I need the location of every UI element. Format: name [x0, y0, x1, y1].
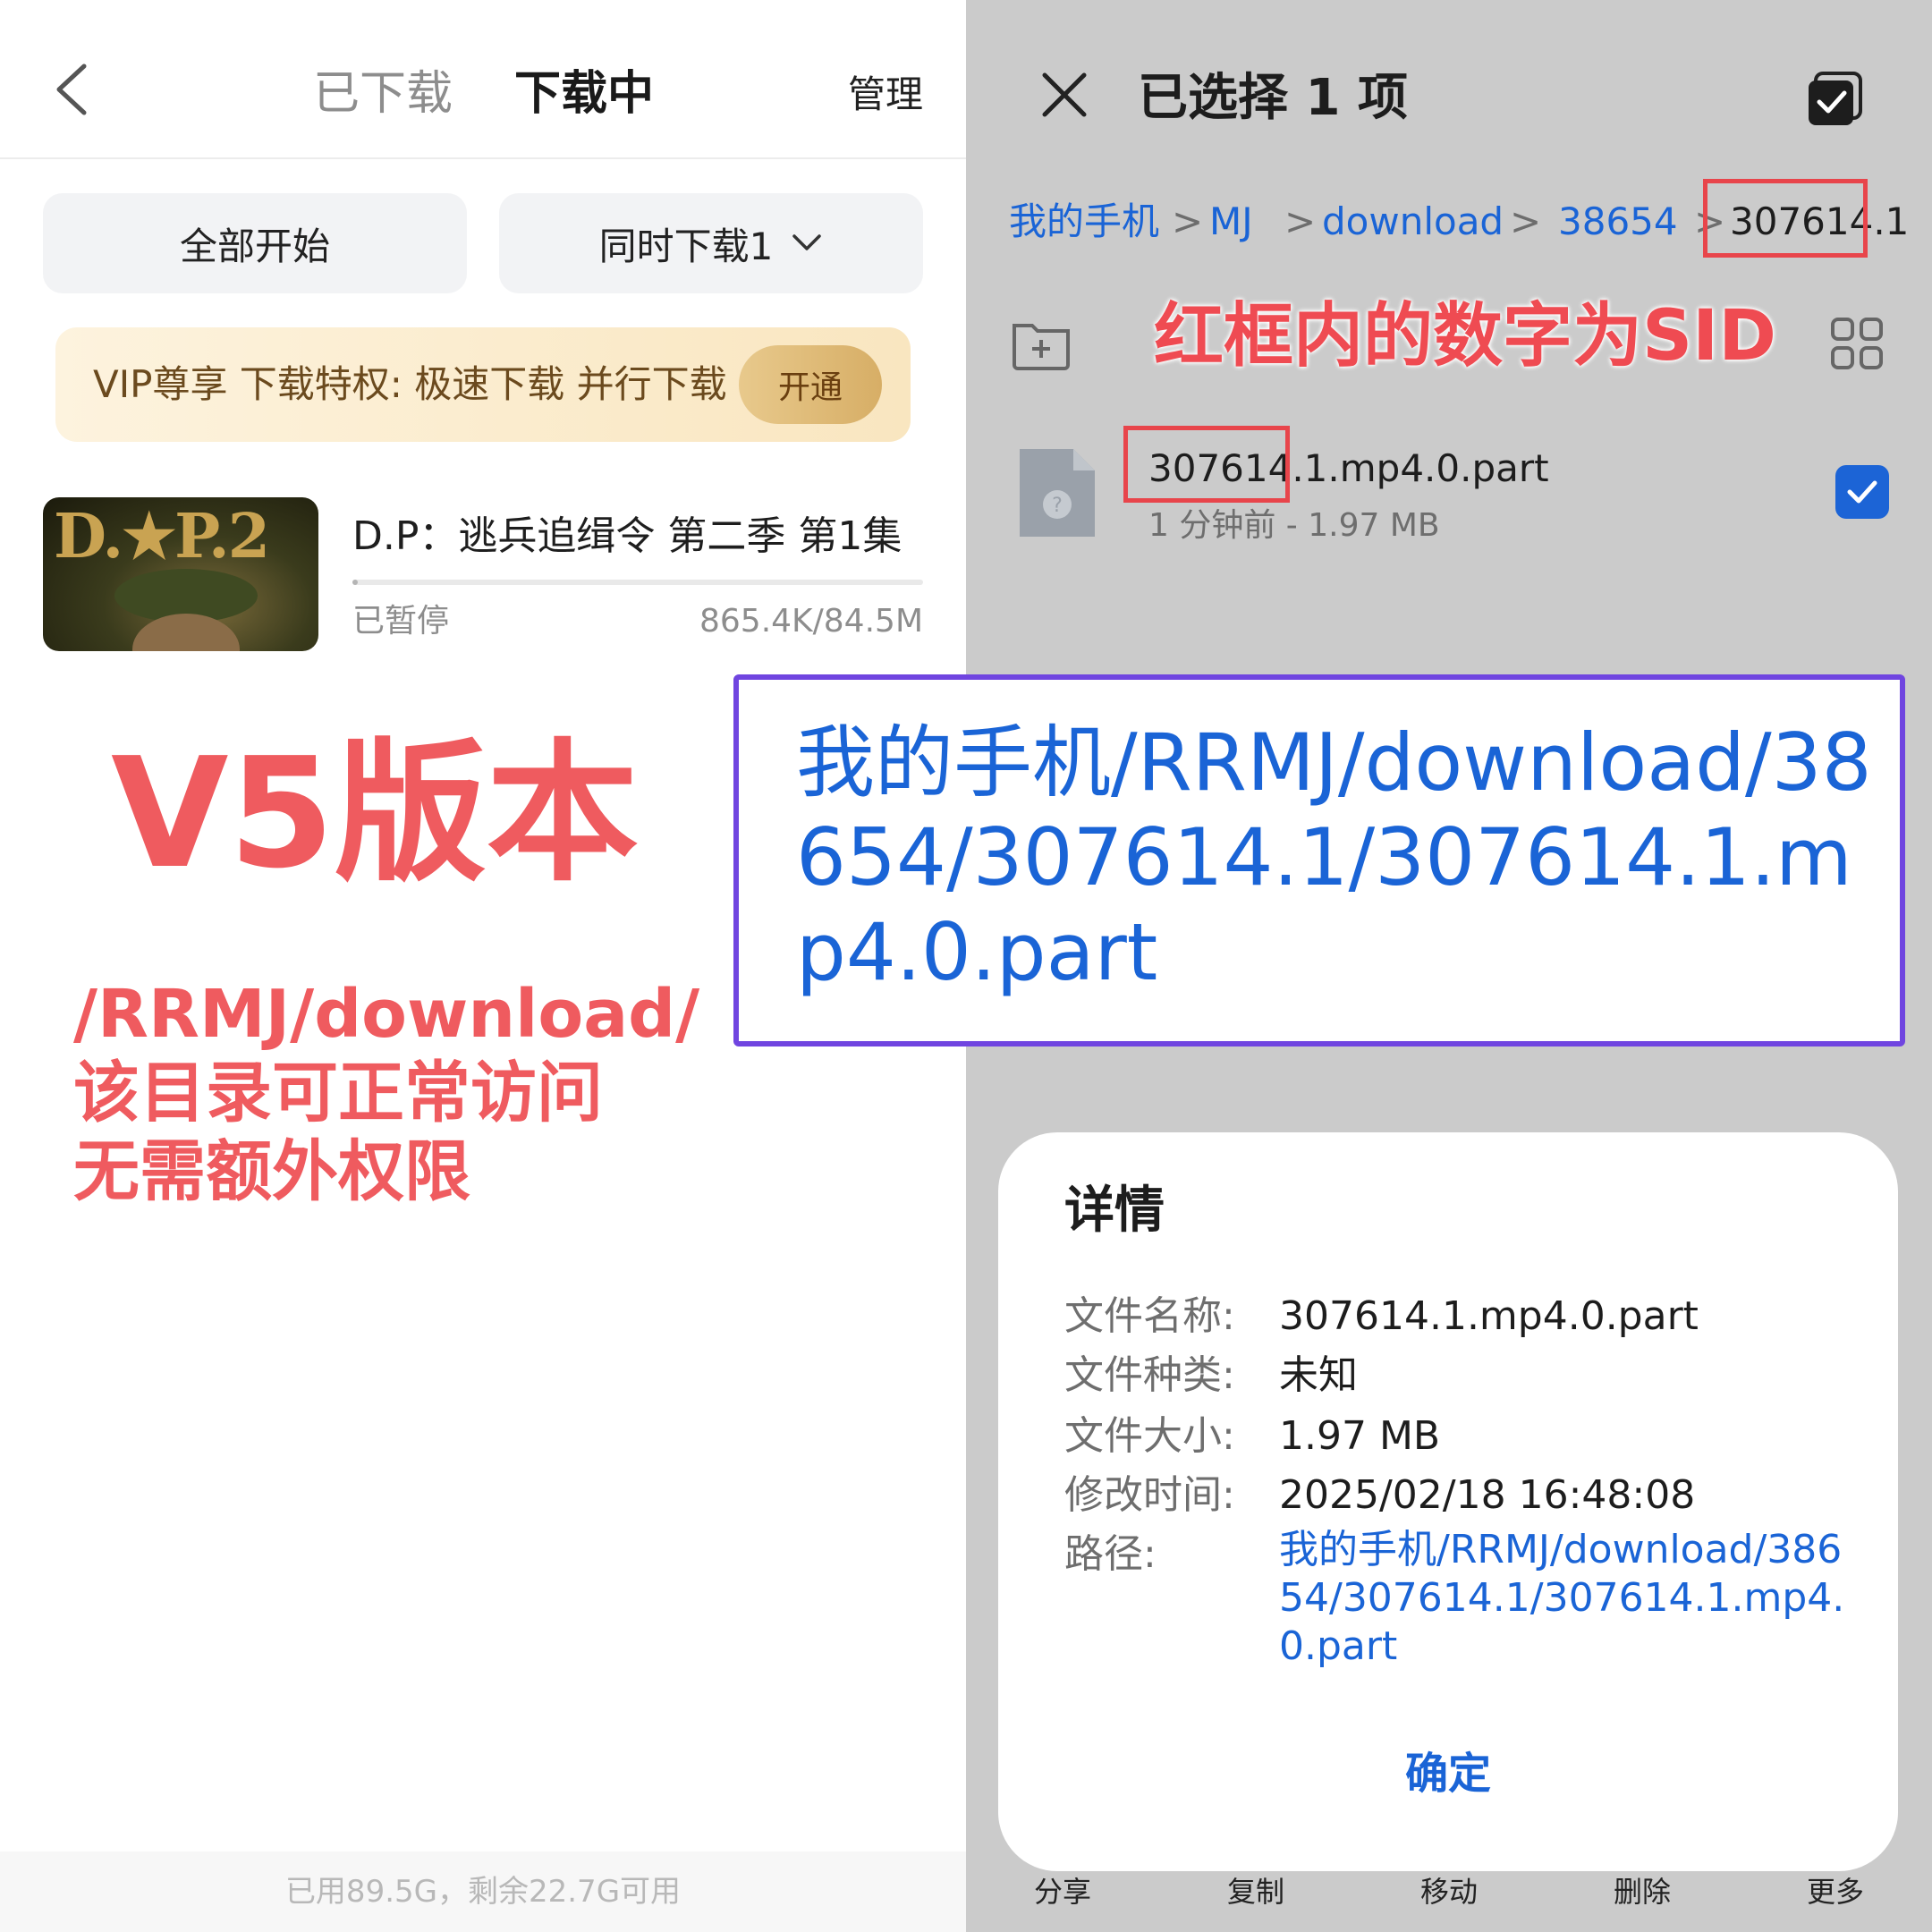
detail-label-filename: 文件名称:: [1064, 1293, 1235, 1339]
annotation-line-3: 无需额外权限: [73, 1133, 470, 1210]
selection-title: 已选择 1 项: [1138, 69, 1408, 127]
bottom-action-bar: 分享 复制 移动 删除 更多: [966, 1869, 1932, 1932]
detail-value-path[interactable]: 我的手机/RRMJ/download/38654/307614.1/307614…: [1279, 1526, 1852, 1671]
vip-activate-button[interactable]: 开通: [739, 345, 882, 424]
detail-value-filename: 307614.1.mp4.0.part: [1279, 1293, 1699, 1339]
download-size: 865.4K/84.5M: [699, 603, 923, 640]
select-all-icon[interactable]: [1807, 72, 1862, 127]
detail-label-size: 文件大小:: [1064, 1413, 1235, 1459]
sid-highlight-box: [1703, 179, 1868, 258]
breadcrumb-download[interactable]: download: [1322, 197, 1504, 247]
breadcrumb-separator-icon: >: [1510, 199, 1542, 243]
detail-label-modified: 修改时间:: [1064, 1472, 1235, 1518]
back-arrow-icon[interactable]: [50, 63, 95, 116]
download-progress-fill: [352, 580, 359, 585]
version-annotation: V5版本: [111, 725, 639, 902]
delete-button[interactable]: 删除: [1571, 1869, 1714, 1932]
new-folder-icon[interactable]: [1011, 317, 1072, 370]
breadcrumb-my-phone[interactable]: 我的手机: [1009, 197, 1159, 247]
start-all-label: 全部开始: [179, 224, 330, 268]
tab-downloading[interactable]: 下载中: [514, 63, 654, 125]
annotation-line-2: 该目录可正常访问: [73, 1055, 603, 1131]
sid-highlight-box-file: [1123, 426, 1290, 503]
close-icon[interactable]: [1039, 70, 1089, 120]
share-button[interactable]: 分享: [991, 1869, 1134, 1932]
checkmark-icon: [1847, 480, 1877, 504]
download-status: 已暂停: [352, 603, 450, 640]
move-button[interactable]: 移动: [1377, 1869, 1521, 1932]
sid-annotation: 红框内的数字为SID: [1154, 296, 1776, 377]
manage-button[interactable]: 管理: [848, 70, 923, 120]
download-progress-bar: [352, 580, 923, 585]
chevron-down-icon: [792, 234, 822, 250]
detail-label-path: 路径:: [1064, 1531, 1157, 1577]
grid-view-icon[interactable]: [1830, 317, 1884, 370]
unknown-file-icon: ?: [1020, 449, 1095, 537]
breadcrumb-separator-icon: >: [1284, 199, 1317, 243]
annotation-line-1: /RRMJ/download/: [73, 976, 700, 1053]
download-item-title[interactable]: D.P：逃兵追缉令 第二季 第1集: [352, 510, 902, 564]
breadcrumb-separator-icon: >: [1172, 199, 1204, 243]
detail-value-modified: 2025/02/18 16:48:08: [1279, 1472, 1696, 1518]
breadcrumb-38654[interactable]: 38654: [1558, 197, 1678, 247]
start-all-button[interactable]: 全部开始: [43, 193, 467, 293]
concurrent-downloads-dropdown[interactable]: 同时下载1: [499, 193, 923, 293]
tab-downloaded[interactable]: 已下载: [313, 63, 453, 125]
concurrent-downloads-label: 同时下载1: [598, 224, 774, 268]
storage-status: 已用89.5G，剩余22.7G可用: [0, 1852, 966, 1932]
path-callout-box: 我的手机/RRMJ/download/38654/307614.1/307614…: [733, 674, 1905, 1046]
file-meta: 1 分钟前 - 1.97 MB: [1148, 507, 1440, 544]
svg-text:?: ?: [1052, 495, 1063, 517]
vip-banner[interactable]: VIP尊享 下载特权: 极速下载 并行下载 开通: [55, 327, 911, 442]
path-callout-text: 我的手机/RRMJ/download/38654/307614.1/307614…: [796, 716, 1872, 998]
vip-banner-text: VIP尊享 下载特权: 极速下载 并行下载: [93, 362, 727, 406]
confirm-button[interactable]: 确定: [998, 1742, 1898, 1805]
file-checkbox[interactable]: [1835, 465, 1889, 519]
detail-label-type: 文件种类:: [1064, 1352, 1235, 1398]
detail-value-size: 1.97 MB: [1279, 1413, 1441, 1459]
more-button[interactable]: 更多: [1764, 1869, 1907, 1932]
dialog-title: 详情: [1064, 1182, 1165, 1240]
breadcrumb-rrmj[interactable]: MJ: [1209, 197, 1253, 247]
header-divider: [0, 157, 966, 159]
details-dialog: 详情 文件名称: 307614.1.mp4.0.part 文件种类: 未知 文件…: [998, 1132, 1898, 1871]
soldier-figure-icon: [114, 569, 258, 651]
detail-value-type: 未知: [1279, 1352, 1358, 1398]
video-thumbnail[interactable]: D.★P.2: [43, 497, 318, 651]
copy-button[interactable]: 复制: [1184, 1869, 1327, 1932]
